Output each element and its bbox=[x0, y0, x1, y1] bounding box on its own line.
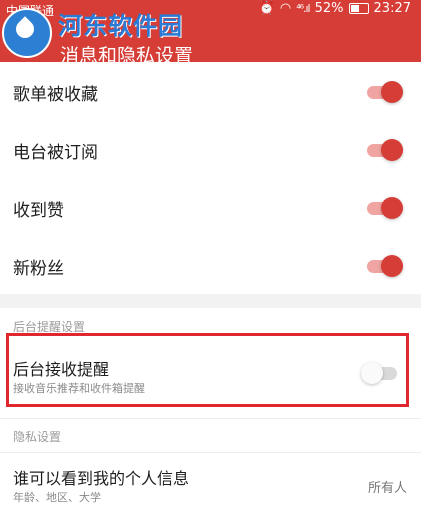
setting-row-playlist-collected[interactable]: 歌单被收藏 bbox=[0, 62, 421, 121]
background-notify-subtitle: 接收音乐推荐和收件箱提醒 bbox=[13, 382, 145, 395]
toggle-knob bbox=[381, 255, 403, 277]
divider bbox=[0, 418, 421, 419]
signal-icon: ⁴⁶.ıl bbox=[296, 2, 310, 15]
profile-visibility-subtitle: 年龄、地区、大学 bbox=[13, 491, 101, 504]
profile-visibility-value: 所有人 bbox=[367, 481, 407, 496]
toggle-knob bbox=[381, 197, 403, 219]
toggle-knob bbox=[381, 81, 403, 103]
privacy-section-title: 隐私设置 bbox=[13, 430, 62, 444]
setting-row-likes-received[interactable]: 收到赞 bbox=[0, 178, 421, 237]
setting-label: 歌单被收藏 bbox=[13, 85, 98, 105]
clock-text: 23:27 bbox=[373, 1, 411, 16]
battery-text: 52% bbox=[314, 1, 344, 16]
setting-row-background-notify[interactable]: 后台接收提醒 接收音乐推荐和收件箱提醒 bbox=[9, 336, 406, 404]
alarm-icon: ⏰ bbox=[258, 1, 275, 16]
setting-row-profile-visibility[interactable]: 谁可以看到我的个人信息 年龄、地区、大学 所有人 bbox=[0, 453, 421, 520]
status-bar-right: ⏰ ◠ ⁴⁶.ıl 52% 23:27 bbox=[259, 1, 411, 16]
setting-label: 电台被订阅 bbox=[13, 143, 98, 163]
setting-label: 收到赞 bbox=[13, 201, 64, 221]
watermark-text: 河东软件园 bbox=[58, 11, 183, 40]
background-notify-label: 后台接收提醒 bbox=[13, 360, 110, 379]
toggle-knob bbox=[381, 139, 403, 161]
likes-received-toggle[interactable] bbox=[367, 197, 403, 219]
new-followers-toggle[interactable] bbox=[367, 255, 403, 277]
watermark-logo-icon bbox=[2, 8, 52, 58]
background-notify-toggle[interactable] bbox=[361, 362, 397, 384]
toggle-knob bbox=[361, 362, 383, 384]
section-gap bbox=[0, 294, 421, 308]
setting-row-radio-subscribed[interactable]: 电台被订阅 bbox=[0, 120, 421, 179]
radio-subscribed-toggle[interactable] bbox=[367, 139, 403, 161]
setting-row-new-followers[interactable]: 新粉丝 bbox=[0, 236, 421, 294]
setting-label: 新粉丝 bbox=[13, 259, 64, 279]
wifi-icon: ◠ bbox=[279, 1, 292, 16]
battery-icon bbox=[348, 3, 369, 14]
playlist-collected-toggle[interactable] bbox=[367, 81, 403, 103]
profile-visibility-label: 谁可以看到我的个人信息 bbox=[13, 469, 190, 488]
